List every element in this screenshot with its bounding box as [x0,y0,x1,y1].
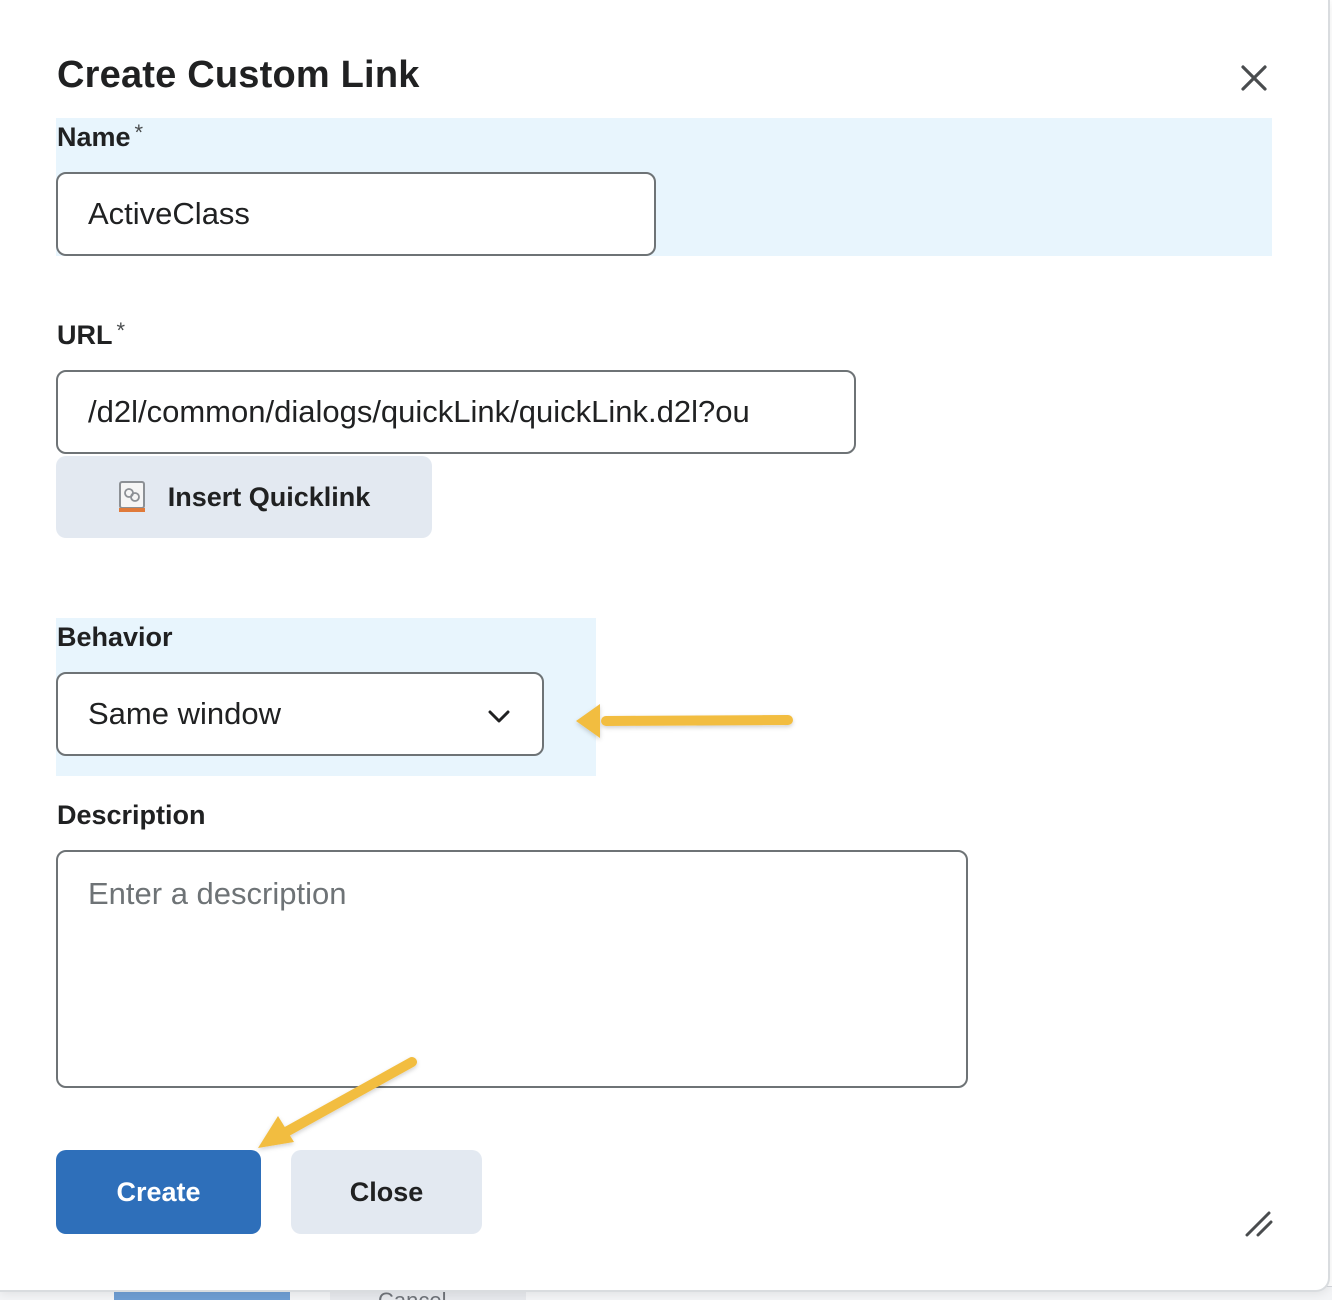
name-input[interactable]: ActiveClass [56,172,656,256]
description-textarea[interactable]: Enter a description [56,850,968,1088]
close-icon[interactable] [1234,58,1274,98]
chevron-down-icon [486,701,512,727]
underlay-primary-button [114,1292,290,1300]
resize-handle-icon[interactable] [1244,1208,1274,1238]
insert-quicklink-label: Insert Quicklink [167,481,371,512]
behavior-label: Behavior [57,622,173,652]
required-marker: * [116,318,126,343]
create-custom-link-dialog: Create Custom Link Name * ActiveClass URL… [0,0,1330,1292]
description-placeholder: Enter a description [88,876,347,911]
name-label: Name * [57,120,144,153]
quicklink-icon [118,480,146,514]
create-button[interactable]: Create [56,1150,261,1234]
behavior-selected-value: Same window [88,696,281,731]
annotation-arrow-behavior [576,704,793,738]
create-button-label: Create [116,1176,201,1207]
insert-quicklink-button[interactable]: Insert Quicklink [56,456,432,538]
url-label-text: URL [57,320,113,350]
annotation-arrow-create [258,1057,417,1148]
name-label-text: Name [57,122,131,152]
url-input-value: /d2l/common/dialogs/quickLink/quickLink.… [88,394,750,429]
name-input-value: ActiveClass [88,196,250,231]
url-input[interactable]: /d2l/common/dialogs/quickLink/quickLink.… [56,370,856,454]
close-button-label: Close [349,1176,424,1207]
dialog-title: Create Custom Link [57,54,420,96]
description-label: Description [57,800,206,830]
url-label: URL * [57,318,126,351]
required-marker: * [134,120,144,145]
close-button[interactable]: Close [291,1150,482,1234]
behavior-select[interactable]: Same window [56,672,544,756]
